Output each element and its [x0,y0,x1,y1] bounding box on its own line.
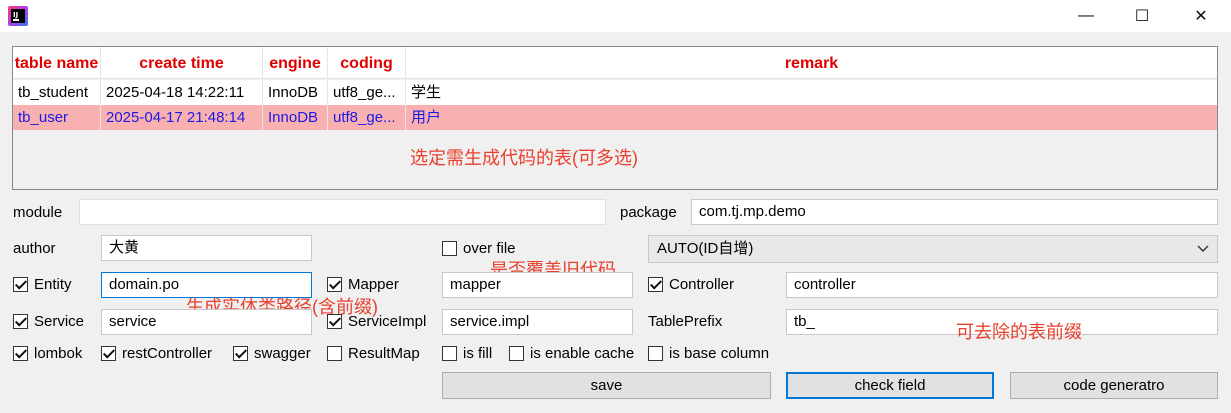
service-value: service [109,313,157,330]
service-input[interactable]: service [101,309,312,335]
base-column-label: is base column [669,345,770,362]
table-row-selected[interactable]: tb_user 2025-04-17 21:48:14 InnoDB utf8_… [13,105,1217,130]
module-label: module [13,204,63,221]
tableprefix-label: TablePrefix [648,313,723,330]
enable-cache-box[interactable] [509,346,524,361]
service-checkbox[interactable]: Service [13,313,84,330]
column-header-coding[interactable]: coding [328,47,406,79]
author-label: author [13,240,56,257]
enable-cache-checkbox[interactable]: is enable cache [509,345,634,362]
check-field-button[interactable]: check field [786,372,994,399]
restcontroller-box[interactable] [101,346,116,361]
code-generatro-button[interactable]: code generatro [1010,372,1218,399]
entity-value: domain.po [109,276,180,293]
enable-cache-label: is enable cache [530,345,635,362]
over-file-checkbox[interactable]: over file [442,240,516,257]
isfill-box[interactable] [442,346,457,361]
lombok-checkbox[interactable]: lombok [13,345,82,362]
mapper-checkbox[interactable]: Mapper [327,276,399,293]
column-header-create-time[interactable]: create time [101,47,263,79]
cell-remark: 用户 [411,109,442,126]
tableprefix-value: tb_ [794,313,815,330]
serviceimpl-input[interactable]: service.impl [442,309,633,335]
entity-checkbox[interactable]: Entity [13,276,72,293]
serviceimpl-value: service.impl [450,313,530,330]
resultmap-label: ResultMap [348,345,420,362]
swagger-checkbox[interactable]: swagger [233,345,311,362]
controller-box[interactable] [648,277,663,292]
id-type-select[interactable]: AUTO(ID自增) [648,235,1218,263]
service-label: Service [34,313,85,330]
note-table-prefix: 可去除的表前缀 [956,322,1082,342]
controller-value: controller [794,276,856,293]
swagger-label: swagger [254,345,311,362]
note-select-tables: 选定需生成代码的表(可多选) [410,148,638,168]
title-bar: IJ — ☐ ✕ [0,0,1231,32]
package-value: com.tj.mp.demo [699,203,806,220]
intellij-app-icon: IJ [8,6,28,26]
base-column-box[interactable] [648,346,663,361]
controller-label: Controller [669,276,735,293]
id-type-value: AUTO(ID自增) [657,240,754,257]
mapper-box[interactable] [327,277,342,292]
service-box[interactable] [13,314,28,329]
swagger-box[interactable] [233,346,248,361]
author-input[interactable]: 大黄 [101,235,312,261]
cell-table-name: tb_student [13,80,101,105]
column-header-remark[interactable]: remark [406,47,1217,79]
serviceimpl-box[interactable] [327,314,342,329]
controller-checkbox[interactable]: Controller [648,276,734,293]
cell-coding: utf8_ge... [328,105,406,130]
chevron-down-icon [1197,236,1209,271]
cell-create-time: 2025-04-17 21:48:14 [101,105,263,130]
table-row[interactable]: tb_student 2025-04-18 14:22:11 InnoDB ut… [13,80,1217,105]
package-label: package [620,204,677,221]
svg-text:IJ: IJ [13,11,18,19]
lombok-box[interactable] [13,346,28,361]
package-input[interactable]: com.tj.mp.demo [691,199,1218,225]
base-column-checkbox[interactable]: is base column [648,345,769,362]
mapper-value: mapper [450,276,501,293]
author-value: 大黄 [109,239,140,256]
lombok-label: lombok [34,345,83,362]
mapper-label: Mapper [348,276,399,293]
close-button[interactable]: ✕ [1178,0,1224,32]
module-input[interactable] [79,199,606,225]
maximize-button[interactable]: ☐ [1119,0,1165,32]
table-header: table name create time engine coding rem… [13,47,1217,79]
save-button[interactable]: save [442,372,771,399]
restcontroller-label: restController [122,345,213,362]
cell-engine: InnoDB [263,80,328,105]
cell-coding: utf8_ge... [328,80,406,105]
isfill-checkbox[interactable]: is fill [442,345,492,362]
cell-remark: 学生 [411,84,442,101]
serviceimpl-label: ServiceImpl [348,313,427,330]
over-file-label: over file [463,240,516,257]
column-header-engine[interactable]: engine [263,47,328,79]
entity-label: Entity [34,276,72,293]
serviceimpl-checkbox[interactable]: ServiceImpl [327,313,426,330]
minimize-button[interactable]: — [1063,0,1109,32]
cell-create-time: 2025-04-18 14:22:11 [101,80,263,105]
over-file-box[interactable] [442,241,457,256]
isfill-label: is fill [463,345,493,362]
restcontroller-checkbox[interactable]: restController [101,345,212,362]
column-header-table-name[interactable]: table name [13,47,101,79]
cell-table-name: tb_user [13,105,101,130]
mapper-input[interactable]: mapper [442,272,633,298]
resultmap-box[interactable] [327,346,342,361]
cell-engine: InnoDB [263,105,328,130]
resultmap-checkbox[interactable]: ResultMap [327,345,420,362]
entity-box[interactable] [13,277,28,292]
controller-input[interactable]: controller [786,272,1218,298]
